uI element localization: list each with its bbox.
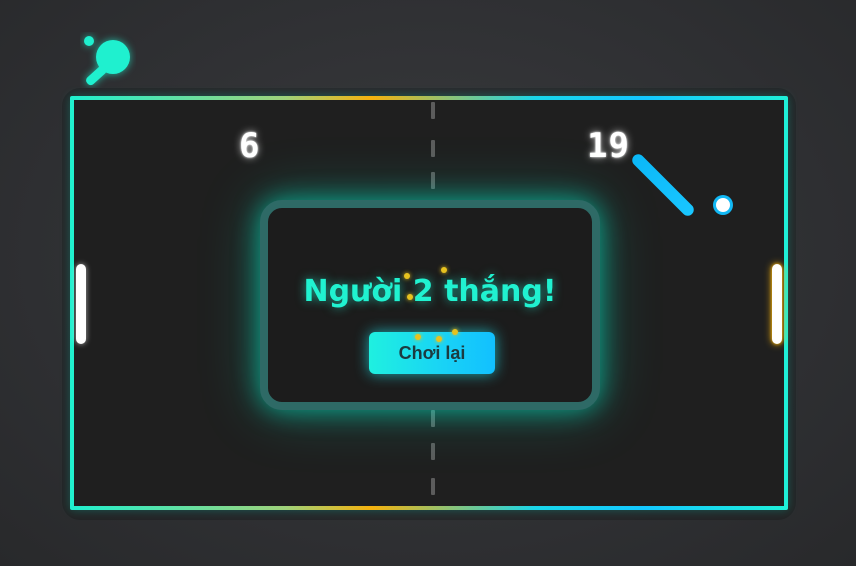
game-board[interactable]: 6 19 Người 2 thắng! Chơi lại (70, 96, 788, 510)
confetti-particle (452, 329, 458, 335)
ping-pong-paddle-icon (84, 36, 130, 86)
left-paddle (76, 264, 86, 344)
confetti-particle (441, 267, 447, 273)
confetti-particle (407, 294, 413, 300)
confetti-particle (404, 273, 410, 279)
ball (716, 198, 730, 212)
winner-message: Người 2 thắng! (303, 274, 557, 309)
player2-score: 19 (587, 126, 630, 166)
ball-trail (629, 151, 697, 219)
confetti-particle (415, 334, 421, 340)
right-paddle (772, 264, 782, 344)
confetti-particle (436, 336, 442, 342)
winner-dialog: Người 2 thắng! Chơi lại (260, 200, 600, 410)
player1-score: 6 (239, 126, 261, 166)
replay-button[interactable]: Chơi lại (369, 332, 495, 374)
